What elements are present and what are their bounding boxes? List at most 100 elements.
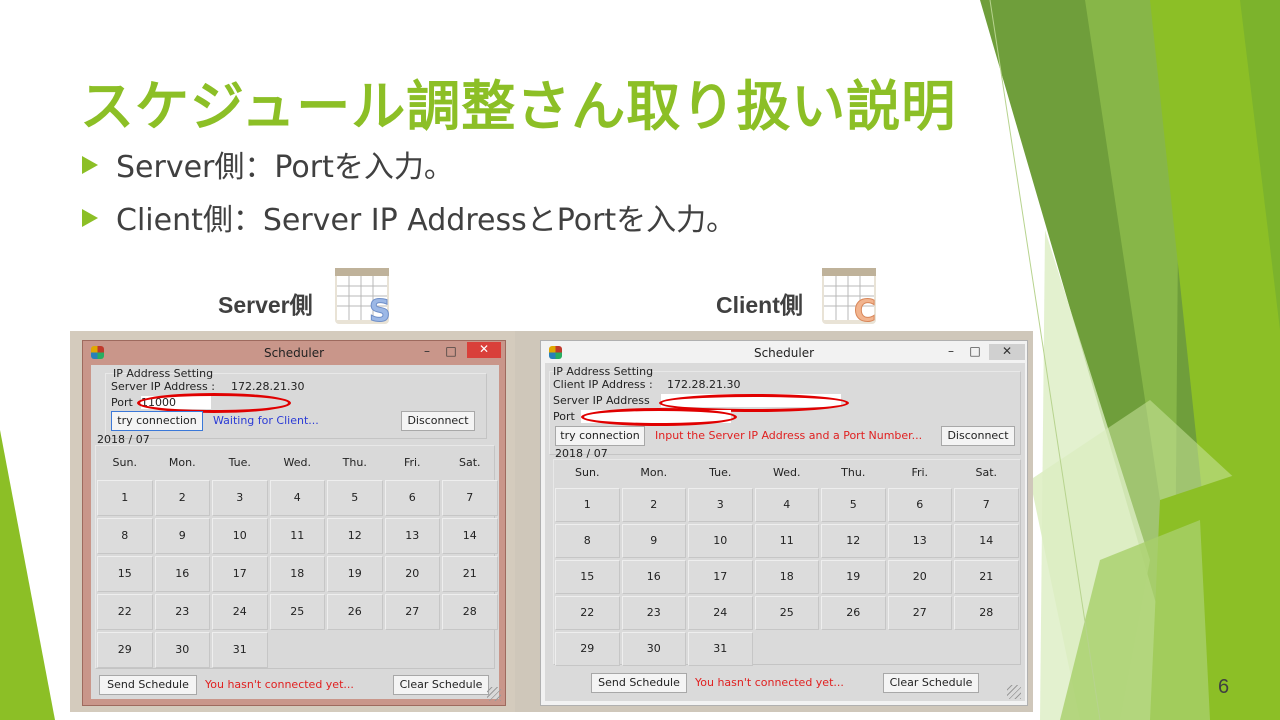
calendar-day-cell[interactable]: 16 — [621, 560, 686, 594]
calendar-day-cell[interactable]: 29 — [555, 632, 620, 666]
resize-grip[interactable] — [1007, 685, 1021, 699]
calendar-day-cell[interactable]: 24 — [212, 594, 268, 630]
calendar-day-cell[interactable]: 9 — [621, 524, 686, 558]
calendar-day-cell[interactable]: 13 — [887, 524, 952, 558]
resize-grip[interactable] — [487, 687, 501, 701]
calendar-day-cell[interactable]: 17 — [688, 560, 753, 594]
calendar-day-cell[interactable]: 27 — [887, 596, 952, 630]
calendar-day-cell[interactable]: 8 — [555, 524, 620, 558]
clear-schedule-button[interactable]: Clear Schedule — [883, 673, 979, 693]
calendar-day-cell[interactable]: 21 — [954, 560, 1019, 594]
calendar-day-cell[interactable]: 14 — [442, 518, 498, 554]
calendar-day-cell[interactable]: 2 — [621, 488, 686, 522]
ip-settings-group-title: IP Address Setting — [113, 367, 214, 380]
calendar-day-cell[interactable]: 27 — [384, 594, 440, 630]
calendar-day-cell[interactable]: 2 — [154, 480, 210, 516]
calendar-day-cell[interactable]: 18 — [269, 556, 325, 592]
calendar-day-cell[interactable]: 14 — [954, 524, 1019, 558]
calendar-day-cell[interactable]: 30 — [154, 632, 210, 668]
calendar-day-cell[interactable]: 15 — [97, 556, 153, 592]
client-ip-label: Client IP Address : — [553, 378, 653, 391]
send-schedule-button[interactable]: Send Schedule — [591, 673, 687, 693]
slide-title: スケジュール調整さん取り扱い説明 — [80, 75, 957, 138]
connection-status: Input the Server IP Address and a Port N… — [655, 429, 923, 442]
close-button[interactable]: ✕ — [467, 342, 501, 358]
calendar-day-cell[interactable]: 25 — [754, 596, 819, 630]
connection-status: Waiting for Client... — [213, 414, 319, 427]
calendar-day-cell[interactable]: 8 — [97, 518, 153, 554]
calendar-day-cell[interactable]: 13 — [384, 518, 440, 554]
weekday-header: Sun. — [575, 466, 600, 479]
maximize-button[interactable]: □ — [965, 344, 985, 360]
calendar-day-cell[interactable]: 31 — [212, 632, 268, 668]
calendar-day-cell[interactable]: 30 — [621, 632, 686, 666]
server-calendar-icon: S — [335, 268, 391, 326]
calendar-day-cell[interactable]: 10 — [212, 518, 268, 554]
disconnect-button[interactable]: Disconnect — [401, 411, 475, 431]
calendar-day-cell[interactable]: 5 — [327, 480, 383, 516]
calendar-day-cell[interactable]: 1 — [555, 488, 620, 522]
maximize-button[interactable]: □ — [441, 344, 461, 360]
calendar-day-cell[interactable]: 22 — [97, 594, 153, 630]
client-scheduler-window: Scheduler – □ ✕ IP Address Setting Clien… — [540, 340, 1028, 706]
calendar-day-cell[interactable]: 4 — [269, 480, 325, 516]
calendar-day-cell[interactable]: 1 — [97, 480, 153, 516]
client-ip-value: 172.28.21.30 — [667, 378, 741, 391]
calendar-day-cell[interactable]: 10 — [688, 524, 753, 558]
try-connection-button[interactable]: try connection — [555, 426, 645, 446]
calendar-day-cell[interactable]: 5 — [821, 488, 886, 522]
calendar-day-cell[interactable]: 6 — [887, 488, 952, 522]
calendar-day-cell[interactable]: 26 — [821, 596, 886, 630]
weekday-header: Fri. — [911, 466, 929, 479]
minimize-button[interactable]: – — [417, 344, 437, 360]
calendar-day-cell[interactable]: 16 — [154, 556, 210, 592]
calendar-day-cell[interactable]: 7 — [442, 480, 498, 516]
calendar-day-cell[interactable]: 11 — [269, 518, 325, 554]
calendar-day-cell[interactable]: 29 — [97, 632, 153, 668]
server-side-label: Server側 — [218, 292, 313, 318]
calendar-day-cell[interactable]: 24 — [688, 596, 753, 630]
calendar-day-cell[interactable]: 11 — [754, 524, 819, 558]
weekday-header: Mon. — [640, 466, 668, 479]
calendar-day-cell[interactable]: 3 — [212, 480, 268, 516]
calendar-day-cell[interactable]: 7 — [954, 488, 1019, 522]
send-schedule-button[interactable]: Send Schedule — [99, 675, 197, 695]
calendar-day-cell[interactable]: 25 — [269, 594, 325, 630]
minimize-button[interactable]: – — [941, 344, 961, 360]
title-bar[interactable]: Scheduler – □ ✕ — [541, 341, 1027, 365]
calendar-day-cell[interactable]: 20 — [887, 560, 952, 594]
calendar-day-cell[interactable]: 15 — [555, 560, 620, 594]
close-button[interactable]: ✕ — [989, 344, 1025, 360]
weekday-header: Tue. — [228, 456, 251, 469]
calendar-day-cell[interactable]: 23 — [621, 596, 686, 630]
page-number: 6 — [1218, 676, 1230, 698]
calendar-day-cell[interactable]: 12 — [821, 524, 886, 558]
calendar-day-cell[interactable]: 12 — [327, 518, 383, 554]
calendar-day-cell[interactable]: 19 — [327, 556, 383, 592]
port-label: Port — [553, 410, 575, 423]
calendar-day-cell[interactable]: 19 — [821, 560, 886, 594]
clear-schedule-button[interactable]: Clear Schedule — [393, 675, 489, 695]
calendar-day-cell[interactable]: 3 — [688, 488, 753, 522]
try-connection-button[interactable]: try connection — [111, 411, 203, 431]
calendar-day-cell[interactable]: 31 — [688, 632, 753, 666]
weekday-header: Fri. — [403, 456, 421, 469]
calendar-day-cell[interactable]: 28 — [442, 594, 498, 630]
calendar-day-cell[interactable]: 17 — [212, 556, 268, 592]
weekday-header: Wed. — [283, 456, 311, 469]
calendar-day-cell[interactable]: 23 — [154, 594, 210, 630]
calendar-day-cell[interactable]: 26 — [327, 594, 383, 630]
calendar-day-cell[interactable]: 9 — [154, 518, 210, 554]
calendar-day-cell[interactable]: 6 — [384, 480, 440, 516]
window-body: IP Address Setting Client IP Address : 1… — [545, 363, 1025, 701]
calendar-day-cell[interactable]: 28 — [954, 596, 1019, 630]
calendar-day-cell[interactable]: 4 — [754, 488, 819, 522]
weekday-header: Mon. — [168, 456, 196, 469]
calendar-day-cell[interactable]: 18 — [754, 560, 819, 594]
title-bar[interactable]: Scheduler – □ ✕ — [83, 341, 505, 365]
calendar-day-cell[interactable]: 20 — [384, 556, 440, 592]
calendar-day-cell[interactable]: 21 — [442, 556, 498, 592]
calendar-day-cell[interactable]: 22 — [555, 596, 620, 630]
weekday-header: Tue. — [709, 466, 732, 479]
disconnect-button[interactable]: Disconnect — [941, 426, 1015, 446]
